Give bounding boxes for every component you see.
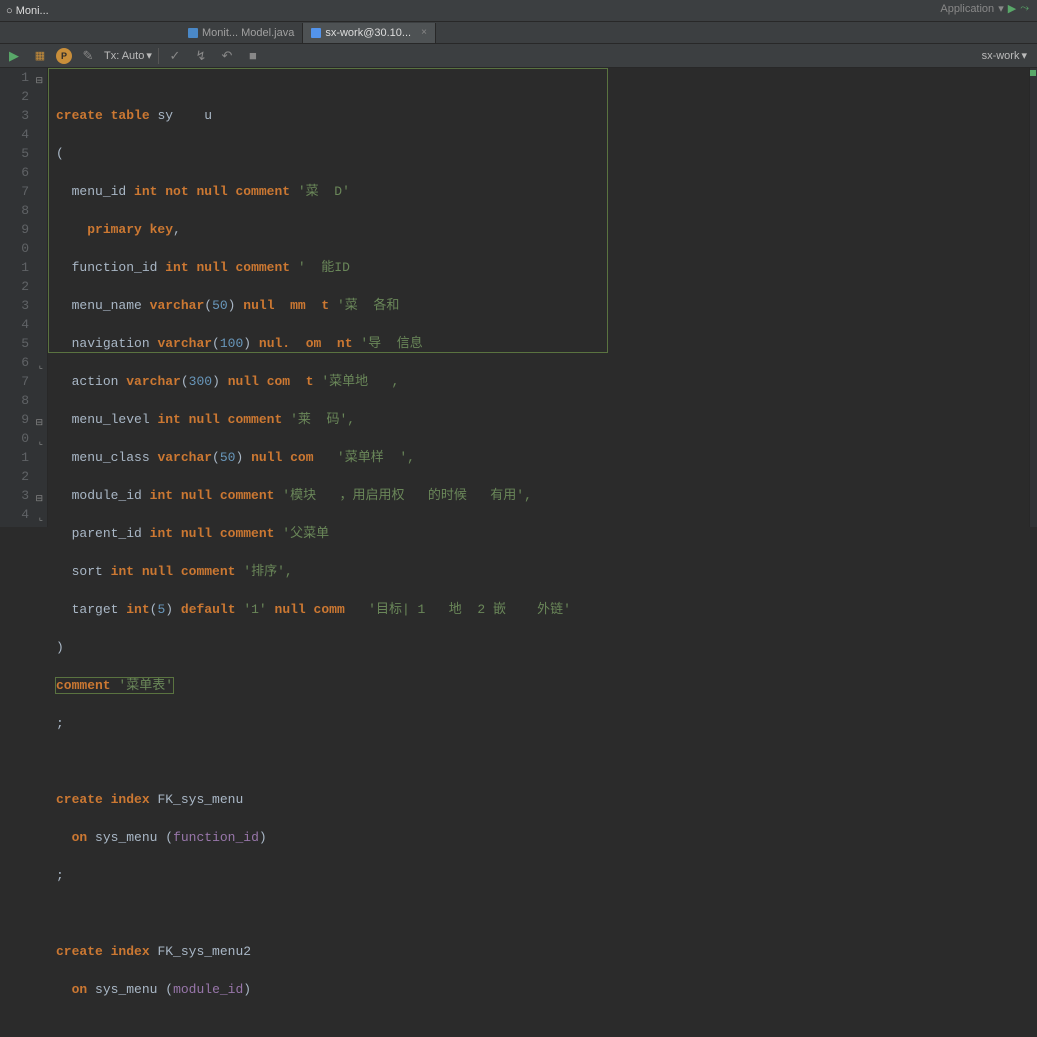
commit-button[interactable]: ✓: [165, 46, 185, 66]
run-config-area[interactable]: Application ▾ ▶ ⤳: [940, 2, 1029, 15]
stop-button[interactable]: ■: [243, 46, 263, 66]
editor-toolbar: ▶ ▦ P ✎ Tx: Auto ▾ ✓ ↯ ↶ ■ sx-work ▾: [0, 44, 1037, 68]
sql-editor[interactable]: create table sy u ( menu_id int not null…: [48, 68, 1029, 527]
line-gutter: 1⊟ 2 3 4 5 6 7 8 9 0 1 2 3 4 5 6⌞ 7 8 9⊟…: [0, 68, 48, 527]
fold-icon[interactable]: ⊟: [33, 490, 43, 500]
top-bar: ○ Moni... Application ▾ ▶ ⤳: [0, 0, 1037, 22]
separator: [158, 48, 159, 64]
rollback-button[interactable]: ↯: [191, 46, 211, 66]
editor-area: 1⊟ 2 3 4 5 6 7 8 9 0 1 2 3 4 5 6⌞ 7 8 9⊟…: [0, 68, 1037, 527]
workspace-dropdown[interactable]: sx-work ▾: [982, 49, 1033, 62]
db-icon: [311, 28, 321, 38]
app-name: ○ Moni...: [0, 5, 49, 17]
close-icon[interactable]: ×: [421, 27, 427, 38]
undo-button[interactable]: ↶: [217, 46, 237, 66]
run-sql-button[interactable]: ▶: [4, 46, 24, 66]
error-stripe: [1029, 68, 1037, 527]
tab-bar: Monit... Model.java sx-work@30.10... ×: [0, 22, 1037, 44]
tx-mode-dropdown[interactable]: Tx: Auto ▾: [104, 49, 152, 62]
settings-button[interactable]: P: [56, 48, 72, 64]
fold-icon[interactable]: ⊟: [33, 414, 43, 424]
fold-end-icon[interactable]: ⌞: [33, 509, 43, 519]
fold-end-icon[interactable]: ⌞: [33, 433, 43, 443]
explain-plan-button[interactable]: ▦: [30, 46, 50, 66]
tab-sx-work[interactable]: sx-work@30.10... ×: [303, 23, 436, 43]
tool-wrench[interactable]: ✎: [78, 46, 98, 66]
fold-icon[interactable]: ⊟: [33, 72, 43, 82]
fold-end-icon[interactable]: ⌞: [33, 357, 43, 367]
analysis-ok-icon: [1030, 70, 1036, 76]
java-icon: [188, 28, 198, 38]
tab-monitor-model[interactable]: Monit... Model.java: [180, 23, 303, 43]
